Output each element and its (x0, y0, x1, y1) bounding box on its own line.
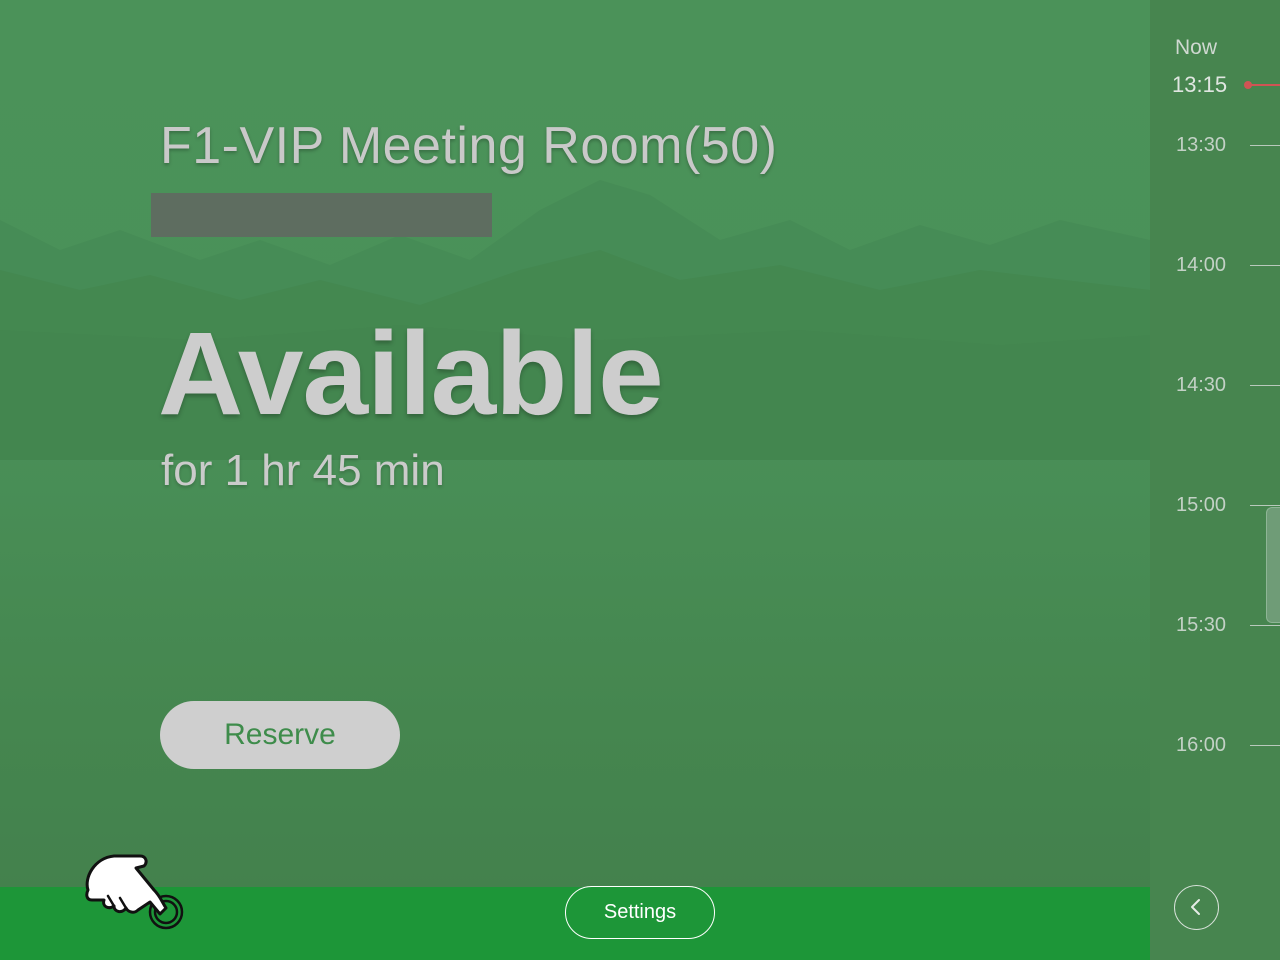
availability-duration: for 1 hr 45 min (161, 446, 445, 495)
timeline-slot: 13:30 (1150, 134, 1280, 158)
timeline-tick (1250, 265, 1280, 266)
timeline-slot-label: 15:00 (1176, 494, 1227, 516)
timeline-slot-label: 14:00 (1176, 254, 1227, 276)
timeline-slot-label: 14:30 (1176, 374, 1227, 396)
redacted-subtitle (151, 193, 492, 237)
timeline-slot: 14:00 (1150, 254, 1280, 278)
now-indicator-line (1250, 84, 1280, 86)
timeline-slot-label: 15:30 (1176, 614, 1227, 636)
hand-tap-icon (85, 854, 184, 930)
timeline-tick (1250, 385, 1280, 386)
status-panel: F1-VIP Meeting Room(50) Available for 1 … (0, 0, 1150, 960)
room-title: F1-VIP Meeting Room(50) (160, 117, 778, 175)
availability-status: Available (158, 308, 664, 440)
timeline-slot: 16:00 (1150, 734, 1280, 758)
timeline-slot-label: 16:00 (1176, 734, 1227, 756)
timeline-slot: 14:30 (1150, 374, 1280, 398)
timeline-tick (1250, 145, 1280, 146)
timeline-slot: 15:30 (1150, 614, 1280, 638)
timeline-now-label: Now (1175, 36, 1218, 59)
timeline-tick (1250, 625, 1280, 626)
timeline-now-time: 13:15 (1172, 72, 1228, 97)
timeline-sidebar[interactable]: Now 13:15 13:30 14:00 14:30 15:00 15:30 … (1150, 0, 1280, 960)
timeline-scroll-handle[interactable] (1266, 507, 1280, 623)
timeline-tick (1250, 505, 1280, 506)
timeline-slot: 15:00 (1150, 494, 1280, 518)
reserve-button[interactable]: Reserve (160, 701, 400, 769)
timeline-slot-label: 13:30 (1176, 134, 1227, 156)
collapse-timeline-button[interactable] (1174, 885, 1219, 930)
timeline-tick (1250, 745, 1280, 746)
settings-button[interactable]: Settings (565, 886, 715, 939)
chevron-left-icon (1191, 899, 1200, 915)
